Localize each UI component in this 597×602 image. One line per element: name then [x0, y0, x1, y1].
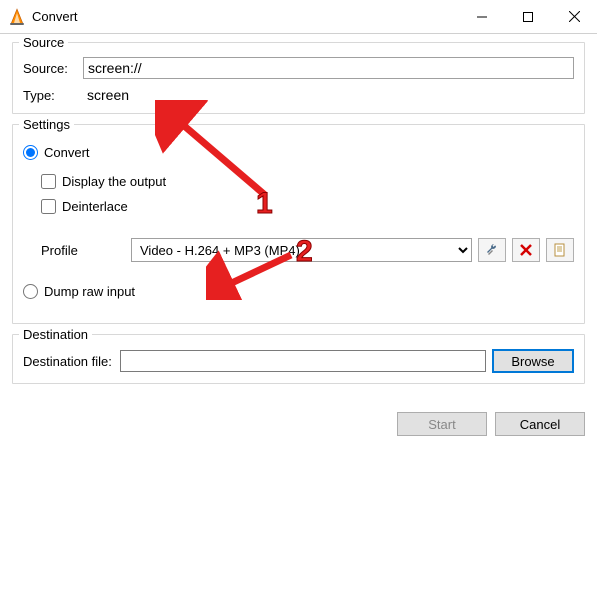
dump-raw-radio[interactable]	[23, 284, 38, 299]
titlebar: Convert	[0, 0, 597, 34]
source-input[interactable]	[83, 57, 574, 79]
convert-radio[interactable]	[23, 145, 38, 160]
dump-raw-row[interactable]: Dump raw input	[23, 284, 574, 299]
source-group-label: Source	[19, 35, 68, 50]
profile-label: Profile	[41, 243, 131, 258]
window-title: Convert	[32, 9, 459, 24]
dump-raw-label: Dump raw input	[44, 284, 135, 299]
type-label: Type:	[23, 88, 83, 103]
destination-file-input[interactable]	[120, 350, 486, 372]
deinterlace-label: Deinterlace	[62, 199, 128, 214]
source-label: Source:	[23, 61, 83, 76]
display-output-checkbox[interactable]	[41, 174, 56, 189]
close-button[interactable]	[551, 0, 597, 34]
convert-dialog: Convert Source Source: Type: screen	[0, 0, 597, 602]
destination-group-label: Destination	[19, 327, 92, 342]
cancel-button[interactable]: Cancel	[495, 412, 585, 436]
wrench-icon	[485, 243, 499, 257]
destination-group: Destination Destination file: Browse	[12, 334, 585, 384]
minimize-button[interactable]	[459, 0, 505, 34]
delete-icon	[520, 244, 532, 256]
new-profile-icon	[553, 243, 567, 257]
settings-group: Settings Convert Display the output Dein…	[12, 124, 585, 324]
display-output-label: Display the output	[62, 174, 166, 189]
edit-profile-button[interactable]	[478, 238, 506, 262]
destination-file-label: Destination file:	[23, 354, 112, 369]
profile-select[interactable]: Video - H.264 + MP3 (MP4)	[131, 238, 472, 262]
deinterlace-row[interactable]: Deinterlace	[41, 199, 574, 214]
settings-group-label: Settings	[19, 117, 74, 132]
convert-label: Convert	[44, 145, 90, 160]
delete-profile-button[interactable]	[512, 238, 540, 262]
app-icon	[8, 8, 26, 26]
type-value: screen	[83, 87, 129, 103]
start-button[interactable]: Start	[397, 412, 487, 436]
new-profile-button[interactable]	[546, 238, 574, 262]
convert-radio-row[interactable]: Convert	[23, 145, 574, 160]
source-group: Source Source: Type: screen	[12, 42, 585, 114]
browse-button[interactable]: Browse	[492, 349, 574, 373]
titlebar-buttons	[459, 0, 597, 34]
deinterlace-checkbox[interactable]	[41, 199, 56, 214]
dialog-buttons: Start Cancel	[0, 406, 597, 446]
maximize-button[interactable]	[505, 0, 551, 34]
display-output-row[interactable]: Display the output	[41, 174, 574, 189]
